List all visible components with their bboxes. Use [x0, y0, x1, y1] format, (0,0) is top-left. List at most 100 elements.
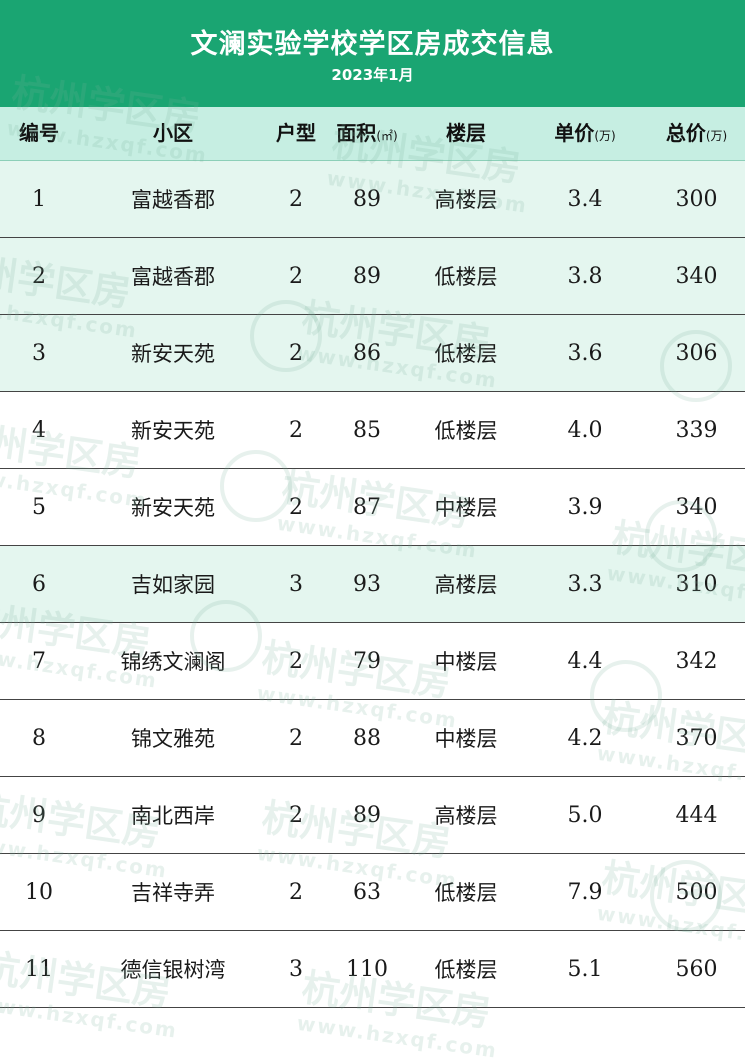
cell-total-price: 306 [675, 341, 718, 366]
cell-community: 南北西岸 [131, 804, 215, 828]
cell-area: 79 [353, 649, 381, 674]
table-row: 5 新安天苑 2 87 中楼层 3.9 340 [0, 469, 745, 546]
column-header-area-unit: (㎡) [376, 129, 398, 143]
cell-unit-price: 3.4 [567, 187, 603, 212]
cell-community: 新安天苑 [131, 496, 215, 520]
cell-total-price: 342 [675, 649, 718, 674]
cell-num: 1 [32, 187, 46, 212]
table-row: 9 南北西岸 2 89 高楼层 5.0 444 [0, 777, 745, 854]
cell-total-price: 300 [675, 187, 718, 212]
cell-floor: 高楼层 [434, 573, 498, 597]
cell-total-price: 339 [675, 418, 718, 443]
cell-num: 4 [32, 418, 46, 443]
cell-layout: 2 [289, 264, 303, 289]
cell-area: 89 [353, 187, 381, 212]
cell-floor: 中楼层 [434, 650, 498, 674]
cell-layout: 2 [289, 649, 303, 674]
cell-floor: 低楼层 [434, 958, 498, 982]
cell-area: 85 [353, 418, 381, 443]
column-header-num: 编号 [19, 121, 59, 145]
cell-total-price: 370 [675, 726, 718, 751]
cell-area: 88 [353, 726, 381, 751]
cell-floor: 中楼层 [434, 496, 498, 520]
cell-num: 5 [32, 495, 46, 520]
cell-unit-price: 4.0 [567, 418, 603, 443]
cell-community: 德信银树湾 [120, 958, 226, 982]
column-header-layout: 户型 [276, 121, 316, 145]
cell-community: 富越香郡 [131, 188, 215, 212]
cell-layout: 2 [289, 187, 303, 212]
cell-community: 吉如家园 [131, 573, 215, 597]
cell-num: 2 [32, 264, 46, 289]
table-row: 11 德信银树湾 3 110 低楼层 5.1 560 [0, 931, 745, 1008]
table-title-banner: 文澜实验学校学区房成交信息 2023年1月 [0, 0, 745, 107]
cell-area: 89 [353, 264, 381, 289]
table-row: 4 新安天苑 2 85 低楼层 4.0 339 [0, 392, 745, 469]
table-row: 8 锦文雅苑 2 88 中楼层 4.2 370 [0, 700, 745, 777]
cell-community: 新安天苑 [131, 342, 215, 366]
column-header-total-price: 总价(万) [648, 107, 745, 160]
column-header-unit-price-label: 单价 [554, 121, 595, 145]
cell-community: 锦文雅苑 [131, 727, 215, 751]
cell-unit-price: 4.2 [567, 726, 603, 751]
table-row: 1 富越香郡 2 89 高楼层 3.4 300 [0, 161, 745, 238]
page-title: 文澜实验学校学区房成交信息 [190, 29, 555, 60]
page-subtitle-date: 2023年1月 [331, 66, 414, 84]
cell-num: 7 [32, 649, 46, 674]
cell-unit-price: 5.1 [567, 957, 603, 982]
cell-community: 锦绣文澜阁 [120, 650, 226, 674]
cell-layout: 2 [289, 341, 303, 366]
cell-floor: 高楼层 [434, 188, 498, 212]
cell-unit-price: 7.9 [567, 880, 603, 905]
column-header-unit-price-unit: (万) [594, 129, 616, 143]
cell-layout: 3 [289, 957, 303, 982]
cell-num: 10 [25, 880, 53, 905]
cell-community: 新安天苑 [131, 419, 215, 443]
cell-layout: 3 [289, 572, 303, 597]
cell-area: 87 [353, 495, 381, 520]
cell-layout: 2 [289, 880, 303, 905]
cell-num: 9 [32, 803, 46, 828]
cell-unit-price: 3.6 [567, 341, 603, 366]
table-row: 10 吉祥寺弄 2 63 低楼层 7.9 500 [0, 854, 745, 931]
cell-unit-price: 5.0 [567, 803, 603, 828]
cell-floor: 中楼层 [434, 727, 498, 751]
cell-num: 6 [32, 572, 46, 597]
cell-num: 11 [25, 957, 53, 982]
cell-area: 93 [353, 572, 381, 597]
cell-total-price: 340 [675, 264, 718, 289]
column-header-unit-price: 单价(万) [522, 107, 648, 160]
cell-unit-price: 4.4 [567, 649, 603, 674]
cell-floor: 低楼层 [434, 342, 498, 366]
column-header-floor: 楼层 [446, 121, 486, 145]
cell-total-price: 560 [675, 957, 718, 982]
watermark-url: www.hzxqf.com [295, 1010, 500, 1063]
cell-floor: 低楼层 [434, 265, 498, 289]
cell-unit-price: 3.9 [567, 495, 603, 520]
column-header-area: 面积(㎡) [324, 107, 410, 160]
cell-community: 富越香郡 [131, 265, 215, 289]
cell-layout: 2 [289, 726, 303, 751]
column-header-community: 小区 [153, 121, 193, 145]
cell-floor: 低楼层 [434, 419, 498, 443]
cell-num: 3 [32, 341, 46, 366]
cell-unit-price: 3.3 [567, 572, 603, 597]
cell-floor: 低楼层 [434, 881, 498, 905]
cell-area: 86 [353, 341, 381, 366]
cell-total-price: 340 [675, 495, 718, 520]
column-header-total-price-unit: (万) [705, 129, 728, 143]
table-row: 6 吉如家园 3 93 高楼层 3.3 310 [0, 546, 745, 623]
cell-total-price: 444 [675, 803, 718, 828]
table-header-row: 编号 小区 户型 面积(㎡) 楼层 单价(万) 总价(万) [0, 107, 745, 161]
cell-area: 63 [353, 880, 381, 905]
cell-layout: 2 [289, 803, 303, 828]
cell-total-price: 310 [675, 572, 718, 597]
column-header-total-price-label: 总价 [665, 121, 706, 145]
cell-area: 110 [346, 957, 388, 982]
table-row: 2 富越香郡 2 89 低楼层 3.8 340 [0, 238, 745, 315]
cell-floor: 高楼层 [434, 804, 498, 828]
cell-community: 吉祥寺弄 [131, 881, 215, 905]
cell-unit-price: 3.8 [567, 264, 603, 289]
cell-total-price: 500 [675, 880, 718, 905]
cell-area: 89 [353, 803, 381, 828]
